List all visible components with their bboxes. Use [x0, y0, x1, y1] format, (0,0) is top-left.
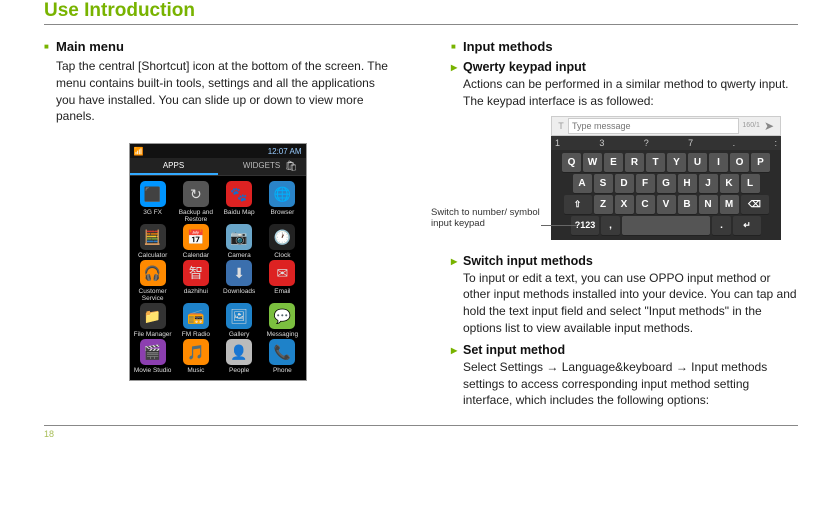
- app-movie-studio[interactable]: 🎬Movie Studio: [132, 339, 174, 374]
- suggestion[interactable]: 3: [599, 138, 604, 148]
- send-icon[interactable]: ➤: [760, 119, 778, 133]
- key-[interactable]: ⇧: [564, 195, 592, 214]
- app-3g-fx[interactable]: ⬛3G FX: [132, 181, 174, 223]
- app-music[interactable]: 🎵Music: [175, 339, 217, 374]
- key-q[interactable]: Q: [562, 153, 581, 172]
- heading-main-menu: Main menu: [44, 39, 391, 54]
- key-k[interactable]: K: [720, 174, 739, 193]
- key-d[interactable]: D: [615, 174, 634, 193]
- body-qwerty: Actions can be performed in a similar me…: [463, 76, 798, 110]
- app-dazhihui[interactable]: 智dazhihui: [175, 260, 217, 302]
- key-o[interactable]: O: [730, 153, 749, 172]
- key-l[interactable]: L: [741, 174, 760, 193]
- key-s[interactable]: S: [594, 174, 613, 193]
- key-[interactable]: ↵: [733, 216, 761, 235]
- callout-line: [541, 225, 577, 226]
- body-main-menu: Tap the central [Shortcut] icon at the b…: [56, 58, 391, 125]
- app-downloads[interactable]: ⬇Downloads: [218, 260, 260, 302]
- message-input[interactable]: [568, 118, 739, 134]
- app-people[interactable]: 👤People: [218, 339, 260, 374]
- key-p[interactable]: P: [751, 153, 770, 172]
- suggestion[interactable]: 1: [555, 138, 560, 148]
- suggestion[interactable]: .: [733, 138, 736, 148]
- keypad-screenshot: Switch to number/ symbol input keypad T …: [551, 116, 781, 240]
- app-customer-service[interactable]: 🎧Customer Service: [132, 260, 174, 302]
- key-e[interactable]: E: [604, 153, 623, 172]
- app-phone[interactable]: 📞Phone: [261, 339, 303, 374]
- key-i[interactable]: I: [709, 153, 728, 172]
- key-u[interactable]: U: [688, 153, 707, 172]
- tab-apps[interactable]: APPS: [130, 158, 218, 175]
- key-c[interactable]: C: [636, 195, 655, 214]
- heading-qwerty: Qwerty keypad input: [451, 60, 798, 74]
- heading-input-methods: Input methods: [451, 39, 798, 54]
- callout-switch-symbol: Switch to number/ symbol input keypad: [431, 208, 541, 230]
- suggestion[interactable]: :: [774, 138, 777, 148]
- heading-switch-methods: Switch input methods: [451, 254, 798, 268]
- key-t[interactable]: T: [646, 153, 665, 172]
- attach-icon[interactable]: T: [554, 121, 568, 131]
- key-y[interactable]: Y: [667, 153, 686, 172]
- app-clock[interactable]: 🕐Clock: [261, 224, 303, 259]
- app-camera[interactable]: 📷Camera: [218, 224, 260, 259]
- body-switch-methods: To input or edit a text, you can use OPP…: [463, 270, 798, 337]
- phone-apps-screenshot: 12:07 AM APPS WIDGETS 🛍 ⬛3G FX↻Backup an…: [129, 143, 307, 381]
- app-fm-radio[interactable]: 📻FM Radio: [175, 303, 217, 338]
- key-a[interactable]: A: [573, 174, 592, 193]
- key-h[interactable]: H: [678, 174, 697, 193]
- app-browser[interactable]: 🌐Browser: [261, 181, 303, 223]
- suggestion[interactable]: 7: [688, 138, 693, 148]
- key-g[interactable]: G: [657, 174, 676, 193]
- key-f[interactable]: F: [636, 174, 655, 193]
- app-backup-and-restore[interactable]: ↻Backup and Restore: [175, 181, 217, 223]
- key-j[interactable]: J: [699, 174, 718, 193]
- app-file-manager[interactable]: 📁File Manager: [132, 303, 174, 338]
- app-calculator[interactable]: 🧮Calculator: [132, 224, 174, 259]
- app-calendar[interactable]: 📅Calendar: [175, 224, 217, 259]
- app-gallery[interactable]: 🖼Gallery: [218, 303, 260, 338]
- key-z[interactable]: Z: [594, 195, 613, 214]
- key-[interactable]: [622, 216, 710, 235]
- app-email[interactable]: ✉Email: [261, 260, 303, 302]
- key-v[interactable]: V: [657, 195, 676, 214]
- market-icon[interactable]: 🛍: [285, 159, 303, 172]
- key-x[interactable]: X: [615, 195, 634, 214]
- key-b[interactable]: B: [678, 195, 697, 214]
- body-set-method: Select Settings → Language&keyboard → In…: [463, 359, 798, 409]
- app-baidu-map[interactable]: 🐾Baidu Map: [218, 181, 260, 223]
- arrow-icon: →: [676, 359, 688, 376]
- key-[interactable]: ,: [601, 216, 620, 235]
- signal-icon: [134, 147, 146, 156]
- key-m[interactable]: M: [720, 195, 739, 214]
- heading-set-method: Set input method: [451, 343, 798, 357]
- suggestion[interactable]: ?: [644, 138, 649, 148]
- arrow-icon: →: [546, 359, 558, 376]
- status-time: 12:07 AM: [268, 147, 302, 156]
- page-title: Use Introduction: [44, 0, 798, 25]
- key-[interactable]: ⌫: [741, 195, 769, 214]
- key-n[interactable]: N: [699, 195, 718, 214]
- page-number: 18: [44, 425, 798, 439]
- key-w[interactable]: W: [583, 153, 602, 172]
- key-r[interactable]: R: [625, 153, 644, 172]
- char-count: 160/1: [739, 122, 760, 129]
- app-messaging[interactable]: 💬Messaging: [261, 303, 303, 338]
- key-[interactable]: .: [712, 216, 731, 235]
